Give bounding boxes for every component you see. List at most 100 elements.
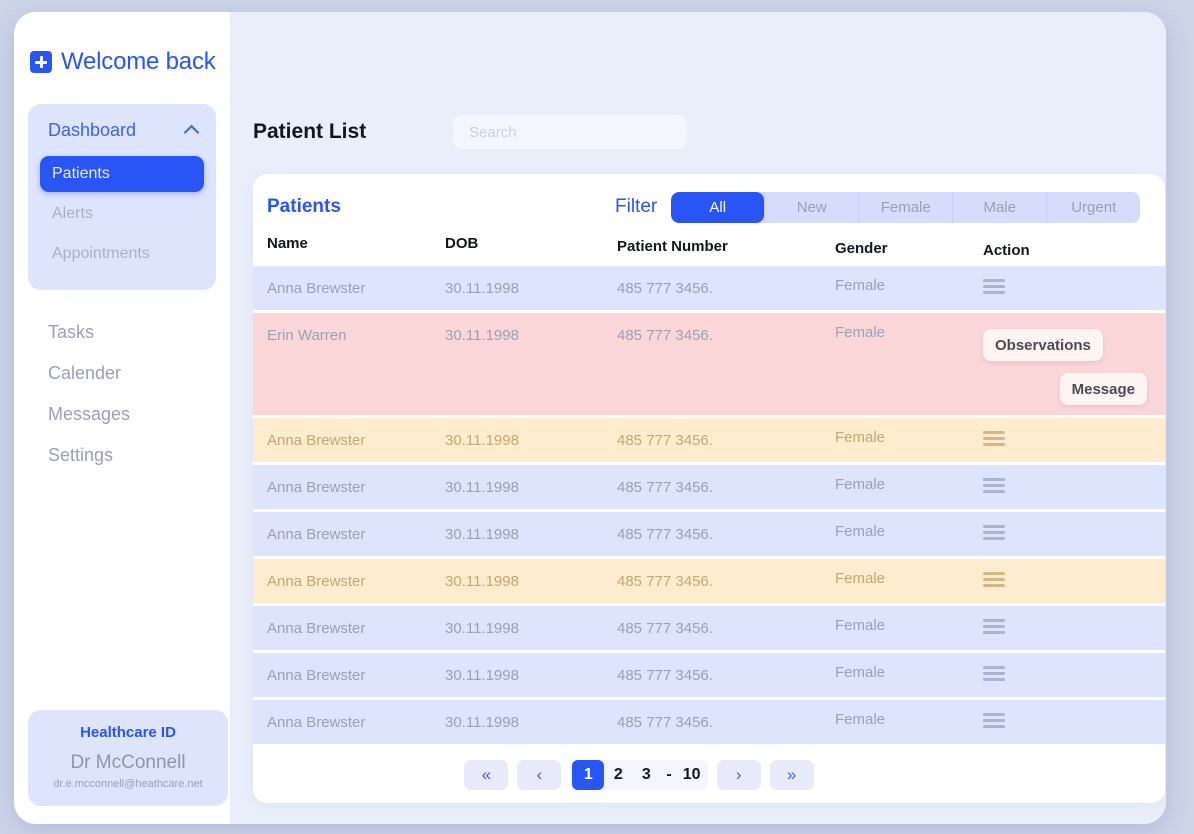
- table-row[interactable]: Anna Brewster 30.11.1998 485 777 3456. Fema…: [253, 418, 1165, 462]
- table-row[interactable]: Anna Brewster 30.11.1998 485 777 3456. Fema…: [253, 266, 1165, 310]
- row-menu-icon[interactable]: [983, 663, 1005, 681]
- sidebar-item-messages[interactable]: Messages: [28, 394, 216, 435]
- observations-button[interactable]: Observations: [983, 329, 1103, 361]
- column-header-gender: Gender: [835, 240, 888, 257]
- main-header: Patient List: [231, 12, 1166, 154]
- cell-action: [983, 653, 1151, 681]
- table-row[interactable]: Anna Brewster 30.11.1998 485 777 3456. Fema…: [253, 700, 1165, 744]
- cell-patient-number: 485 777 3456.: [617, 526, 713, 543]
- cell-patient-number: 485 777 3456.: [617, 432, 713, 449]
- cell-gender: Female: [835, 570, 886, 587]
- sidebar-item-settings[interactable]: Settings: [28, 435, 216, 476]
- healthcare-id-name: Dr McConnell: [70, 752, 186, 773]
- cell-action: Observations Message: [983, 313, 1151, 405]
- cell-patient-number: 485 777 3456.: [617, 714, 713, 731]
- chevron-up-icon[interactable]: [184, 122, 200, 138]
- cell-patient-number: 485 777 3456.: [617, 327, 713, 344]
- message-button[interactable]: Message: [1059, 373, 1147, 405]
- pagination-page-2[interactable]: 2: [604, 760, 632, 790]
- cell-name: Anna Brewster: [267, 526, 366, 543]
- row-menu-icon[interactable]: [983, 616, 1005, 634]
- pagination-last-button[interactable]: »: [769, 760, 814, 790]
- row-menu-icon[interactable]: [983, 569, 1005, 587]
- pagination: « ‹ 1 2 3 - 10 › »: [253, 747, 1165, 803]
- column-header-number: Patient Number: [617, 238, 728, 255]
- filter-tab-urgent-label: Urgent: [1071, 198, 1117, 216]
- cell-gender: Female: [835, 711, 886, 728]
- cell-dob: 30.11.1998: [445, 667, 519, 684]
- sidebar-item-appointments[interactable]: Appointments: [40, 236, 204, 272]
- cell-action: [983, 418, 1151, 446]
- sidebar-group-dashboard: Dashboard Patients Alerts Appointments: [28, 104, 216, 290]
- cell-patient-number: 485 777 3456.: [617, 573, 713, 590]
- column-header-dob: DOB: [445, 235, 479, 252]
- pagination-next-button[interactable]: ›: [716, 760, 761, 790]
- row-menu-icon[interactable]: [983, 710, 1005, 728]
- filter-tab-male-label: Male: [983, 198, 1016, 216]
- cell-dob: 30.11.1998: [445, 714, 519, 731]
- sidebar-item-alerts[interactable]: Alerts: [40, 196, 204, 232]
- cell-gender: Female: [835, 324, 886, 341]
- cell-patient-number: 485 777 3456.: [617, 479, 713, 496]
- cell-gender: Female: [835, 476, 886, 493]
- sidebar-item-messages-label: Messages: [48, 404, 131, 424]
- sidebar-item-settings-label: Settings: [48, 445, 114, 465]
- column-header-action: Action: [983, 242, 1030, 259]
- cell-gender: Female: [835, 523, 886, 540]
- app-window: Welcome back Dashboard Patients Alerts A…: [14, 12, 1166, 824]
- healthcare-id-email: dr.e.mcconnell@heathcare.net: [53, 778, 203, 790]
- cell-dob: 30.11.1998: [445, 526, 519, 543]
- cell-patient-number: 485 777 3456.: [617, 280, 713, 297]
- patients-table-card: Patients Filter All New Female Male Urge…: [253, 174, 1165, 803]
- cell-action: [983, 266, 1151, 294]
- pagination-page-3[interactable]: 3: [632, 760, 660, 790]
- cell-action: [983, 559, 1151, 587]
- filter-tab-urgent[interactable]: Urgent: [1046, 191, 1140, 223]
- filter-tab-female-label: Female: [880, 198, 931, 216]
- table-row[interactable]: Anna Brewster 30.11.1998 485 777 3456. Fema…: [253, 512, 1165, 556]
- cell-action: [983, 512, 1151, 540]
- sidebar-item-tasks[interactable]: Tasks: [28, 312, 216, 353]
- healthcare-id-title: Healthcare ID: [80, 724, 176, 741]
- table-row[interactable]: Erin Warren 30.11.1998 485 777 3456. Female…: [253, 313, 1165, 415]
- table-rows: Anna Brewster 30.11.1998 485 777 3456. Fema…: [253, 266, 1165, 744]
- cell-name: Anna Brewster: [267, 479, 366, 496]
- sidebar-item-alerts-label: Alerts: [52, 205, 93, 222]
- search-input[interactable]: [453, 115, 687, 149]
- row-menu-icon[interactable]: [983, 276, 1005, 294]
- row-menu-icon[interactable]: [983, 475, 1005, 493]
- table-row[interactable]: Anna Brewster 30.11.1998 485 777 3456. Fema…: [253, 559, 1165, 603]
- table-row[interactable]: Anna Brewster 30.11.1998 485 777 3456. Fema…: [253, 606, 1165, 650]
- cell-dob: 30.11.1998: [445, 432, 519, 449]
- filter-tab-new[interactable]: New: [764, 191, 858, 223]
- main-content: Patient List Patients Filter All New Fem…: [231, 12, 1166, 824]
- cell-action: [983, 700, 1151, 728]
- pagination-first-button[interactable]: «: [464, 760, 509, 790]
- cell-action: [983, 606, 1151, 634]
- pagination-prev-button[interactable]: ‹: [517, 760, 562, 790]
- sidebar-item-patients[interactable]: Patients: [40, 156, 204, 192]
- filter-tab-female[interactable]: Female: [858, 191, 952, 223]
- cell-dob: 30.11.1998: [445, 620, 519, 637]
- cell-name: Anna Brewster: [267, 573, 366, 590]
- table-row[interactable]: Anna Brewster 30.11.1998 485 777 3456. Fema…: [253, 653, 1165, 697]
- cell-patient-number: 485 777 3456.: [617, 620, 713, 637]
- column-header-name: Name: [267, 235, 308, 252]
- cell-name: Erin Warren: [267, 327, 347, 344]
- filter-tab-male[interactable]: Male: [952, 191, 1046, 223]
- filter-tab-all[interactable]: All: [671, 191, 765, 223]
- sidebar: Welcome back Dashboard Patients Alerts A…: [14, 12, 231, 824]
- table-row[interactable]: Anna Brewster 30.11.1998 485 777 3456. Fema…: [253, 465, 1165, 509]
- pagination-page-1[interactable]: 1: [572, 760, 605, 790]
- row-menu-icon[interactable]: [983, 428, 1005, 446]
- table-toolbar: Patients Filter All New Female Male Urge…: [253, 174, 1165, 224]
- table-column-headers: Name DOB Patient Number Gender Action: [253, 224, 1165, 266]
- row-menu-icon[interactable]: [983, 522, 1005, 540]
- sidebar-item-calender[interactable]: Calender: [28, 353, 216, 394]
- pagination-page-last[interactable]: 10: [678, 760, 706, 790]
- healthcare-id-card[interactable]: Healthcare ID Dr McConnell dr.e.mcconnel…: [28, 710, 228, 806]
- cell-dob: 30.11.1998: [445, 280, 519, 297]
- sidebar-group-dashboard-header[interactable]: Dashboard: [28, 116, 216, 144]
- cell-action: [983, 465, 1151, 493]
- sidebar-main-nav: Tasks Calender Messages Settings: [14, 312, 230, 476]
